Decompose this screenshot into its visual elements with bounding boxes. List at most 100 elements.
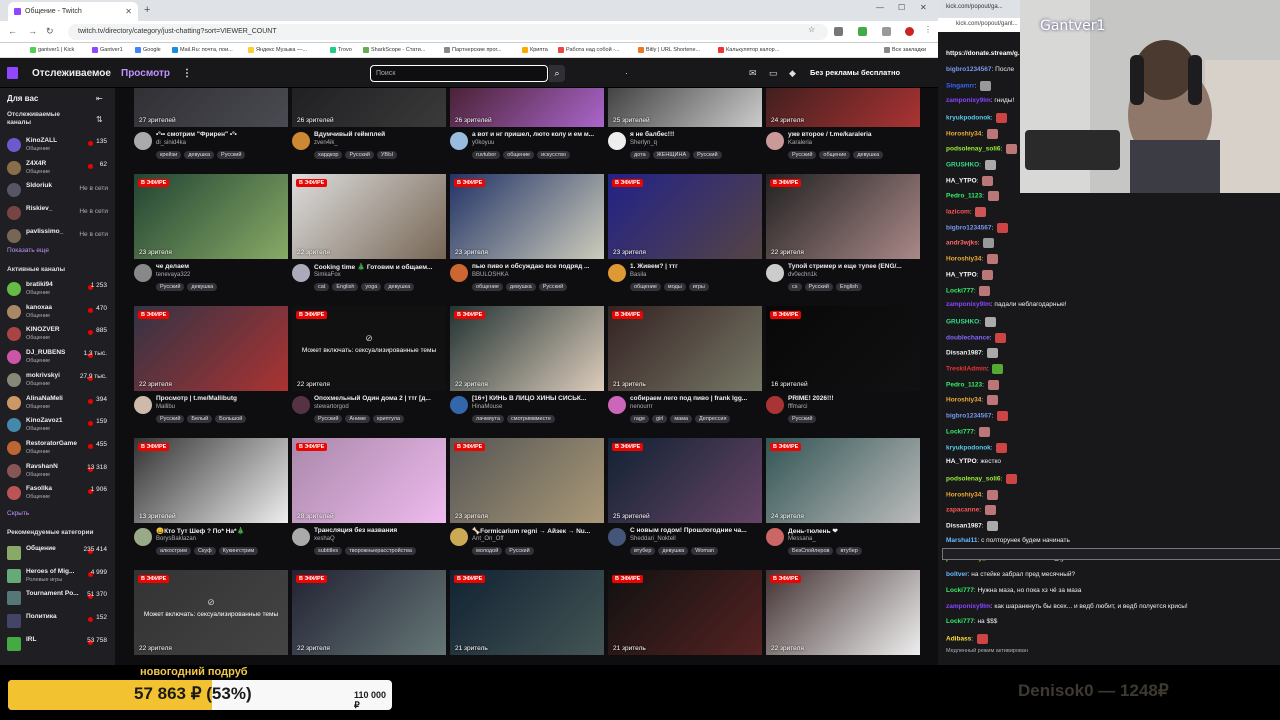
extension-icon[interactable] xyxy=(858,27,867,36)
stream-thumbnail[interactable]: 27 зрителей xyxy=(134,88,288,127)
stream-title[interactable]: собираем лего под пиво | frank lgg... xyxy=(630,395,762,402)
tag[interactable]: втубер xyxy=(836,547,862,555)
streamer-name[interactable]: Basila xyxy=(630,272,646,278)
sidebar-channel-item[interactable]: RavshanN Общение 13 318 xyxy=(0,460,115,482)
chat-username[interactable]: Locki777 xyxy=(946,429,974,436)
bookmark-item[interactable]: Крипта xyxy=(522,47,548,53)
stream-card[interactable]: В ЭФИРЕ 21 зритель xyxy=(608,570,762,665)
whispers-icon[interactable]: ▭ xyxy=(769,68,778,79)
sidebar-channel-item[interactable]: Общение 235 414 xyxy=(0,542,115,564)
tag[interactable]: girl xyxy=(652,415,668,423)
chat-username[interactable]: HA_YTPO xyxy=(946,458,977,465)
browser-tab[interactable]: Общение - Twitch ✕ xyxy=(8,2,138,21)
streamer-avatar[interactable] xyxy=(766,528,784,546)
tag[interactable]: общение xyxy=(819,151,851,159)
tag[interactable]: девушка xyxy=(853,151,884,159)
tag[interactable]: криптула xyxy=(373,415,405,423)
bookmark-item[interactable]: gantver1 | Kick xyxy=(30,47,74,53)
streamer-name[interactable]: fffmarci xyxy=(788,404,807,410)
streamer-name[interactable]: SimkaFox xyxy=(314,272,341,278)
streamer-avatar[interactable] xyxy=(292,264,310,282)
chat-username[interactable]: bigbro1234567 xyxy=(946,224,992,231)
chat-username[interactable]: Singamrr xyxy=(946,83,975,90)
stream-title[interactable]: Трансляция без названия xyxy=(314,527,446,534)
stream-title[interactable]: Просмотр | t.me/Mallibutg xyxy=(156,395,288,402)
streamer-name[interactable]: Sheddari_Noktell xyxy=(630,536,676,542)
chat-username[interactable]: podsolenay_soli6 xyxy=(946,476,1001,483)
stream-card[interactable]: В ЭФИРЕ 22 зрителя Cooking time 🎄 Готовим … xyxy=(292,174,446,302)
sidebar-channel-item[interactable]: Riskiev_ Не в сети xyxy=(0,202,115,224)
sidebar-channel-item[interactable]: pavlissimo_ Не в сети xyxy=(0,225,115,247)
streamer-avatar[interactable] xyxy=(450,396,468,414)
stream-thumbnail[interactable]: В ЭФИРЕ 16 зрителей xyxy=(766,306,920,391)
chat-username[interactable]: Marshal11 xyxy=(946,537,977,544)
bits-icon[interactable]: ◆ xyxy=(789,68,796,79)
streamer-name[interactable]: tenevaya322 xyxy=(156,272,190,278)
streamer-name[interactable]: Messana_ xyxy=(788,536,816,542)
chat-username[interactable]: Adibass xyxy=(946,636,971,643)
stream-card[interactable]: В ЭФИРЕ 22 зрителя Тупой стример и еще туп… xyxy=(766,174,920,302)
stream-title[interactable]: [16+] КИНЬ В ЛИЦО ХИНЫ СИСЬК... xyxy=(472,395,604,402)
streamer-avatar[interactable] xyxy=(766,132,784,150)
chat-username[interactable]: zamponixy9lm xyxy=(946,603,991,610)
sidebar-channel-item[interactable]: bratiki94 Общение 1 253 xyxy=(0,278,115,300)
stream-card[interactable]: В ЭФИРЕ 22 зрителя [16+] КИНЬ В ЛИЦО ХИНЫ … xyxy=(450,306,604,434)
stream-card[interactable]: 25 зрителей я не балбес!!! Sherlyn_q дота ЖЕ… xyxy=(608,88,762,170)
streamer-name[interactable]: BorysBaklazan xyxy=(156,536,196,542)
stream-thumbnail[interactable]: В ЭФИРЕ ⊘ Может включать: сексуализированн… xyxy=(134,570,288,655)
tag[interactable]: девушка xyxy=(658,547,689,555)
tag[interactable]: лачмяута xyxy=(472,415,505,423)
streamer-name[interactable]: di_sinid4ka xyxy=(156,140,186,146)
tag[interactable]: Русский xyxy=(345,151,374,159)
streamer-name[interactable]: Karaleria xyxy=(788,140,812,146)
tag[interactable]: общение xyxy=(472,283,503,291)
stream-title[interactable]: Опохмельный Один дома 2 | ттг [д... xyxy=(314,395,446,402)
streamer-avatar[interactable] xyxy=(134,528,152,546)
sort-icon[interactable]: ⇅ xyxy=(96,115,103,124)
stream-card[interactable]: В ЭФИРЕ 23 зрителя 1. Живем? | ттг Basila об… xyxy=(608,174,762,302)
stream-thumbnail[interactable]: В ЭФИРЕ 25 зрителей xyxy=(608,438,762,523)
streamer-name[interactable]: Mallibu xyxy=(156,404,175,410)
tag[interactable]: молодой xyxy=(472,547,503,555)
more-dots-icon[interactable]: ⋮ xyxy=(182,68,192,79)
chat-username[interactable]: doublechance xyxy=(946,334,990,341)
stream-thumbnail[interactable]: В ЭФИРЕ 22 зрителя xyxy=(766,174,920,259)
streamer-avatar[interactable] xyxy=(766,264,784,282)
chat-username[interactable]: Horoshiy34 xyxy=(946,256,981,263)
bookmark-item[interactable]: Google xyxy=(135,47,161,53)
streamer-avatar[interactable] xyxy=(134,396,152,414)
chat-username[interactable]: Dissan1987 xyxy=(946,350,982,357)
tag[interactable]: хардкор xyxy=(314,151,343,159)
stream-card[interactable]: 26 зрителей а вот и нг пришел, люто колу … xyxy=(450,88,604,170)
stream-thumbnail[interactable]: В ЭФИРЕ 21 зритель xyxy=(608,306,762,391)
stream-thumbnail[interactable]: В ЭФИРЕ 22 зрителя xyxy=(292,174,446,259)
streamer-avatar[interactable] xyxy=(292,132,310,150)
twitch-logo-icon[interactable] xyxy=(7,67,18,79)
chat-username[interactable]: lazicom xyxy=(946,209,970,216)
stream-thumbnail[interactable]: 26 зрителей xyxy=(450,88,604,127)
chat-username[interactable]: HA_YTPO xyxy=(946,177,977,184)
close-tab-icon[interactable]: ✕ xyxy=(125,7,132,16)
sidebar-channel-item[interactable]: Sldoriuk Не в сети xyxy=(0,179,115,201)
stream-title[interactable]: Cooking time 🎄 Готовим и общаем... xyxy=(314,263,446,271)
no-ads-button[interactable]: Без рекламы бесплатно xyxy=(810,68,900,77)
stream-title[interactable]: че делаем xyxy=(156,263,288,270)
extensions-puzzle-icon[interactable] xyxy=(882,27,891,36)
tag[interactable]: Русский xyxy=(788,151,817,159)
chat-username[interactable]: https://donate.stream/g... xyxy=(946,50,1023,57)
streamer-name[interactable]: Sherlyn_q xyxy=(630,140,657,146)
chat-username[interactable]: TreskilAdmin xyxy=(946,366,987,373)
stream-title[interactable]: а вот и нг пришел, люто колу и ем м... xyxy=(472,131,604,138)
close-window-icon[interactable]: ✕ xyxy=(920,3,927,12)
bookmark-item[interactable]: Bitly | URL Shortene... xyxy=(638,47,700,53)
streamer-avatar[interactable] xyxy=(292,528,310,546)
extension-icon[interactable] xyxy=(834,27,843,36)
nav-browse[interactable]: Просмотр xyxy=(121,68,170,79)
tag[interactable]: игры xyxy=(688,283,709,291)
search-input[interactable]: Поиск xyxy=(370,65,548,82)
chat-username[interactable]: HA_YTPO xyxy=(946,272,977,279)
streamer-avatar[interactable] xyxy=(608,528,626,546)
stream-card[interactable]: В ЭФИРЕ 22 зрителя xyxy=(766,570,920,665)
stream-thumbnail[interactable]: В ЭФИРЕ 13 зрителей xyxy=(134,438,288,523)
tag[interactable]: Депрессия xyxy=(695,415,731,423)
